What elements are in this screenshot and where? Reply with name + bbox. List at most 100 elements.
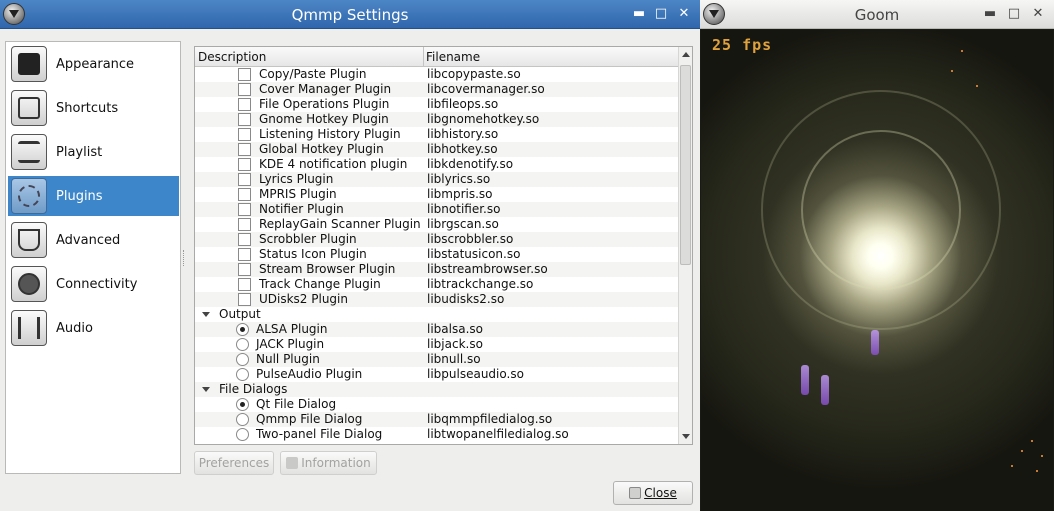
plugin-checkbox[interactable] [238, 248, 251, 261]
close-button[interactable]: Close [613, 481, 693, 505]
plugin-checkbox[interactable] [238, 263, 251, 276]
plugin-filename: libpulseaudio.so [427, 367, 524, 381]
plugin-description: Listening History Plugin [259, 127, 401, 141]
plugin-checkbox[interactable] [238, 128, 251, 141]
table-row[interactable]: Copy/Paste Plugin libcopypaste.so [195, 67, 678, 82]
plugin-filename: libtwopanelfiledialog.so [427, 427, 569, 441]
goom-maximize-button[interactable]: □ [1006, 6, 1022, 22]
expand-arrow-icon[interactable] [202, 312, 210, 317]
plugin-checkbox[interactable] [238, 278, 251, 291]
table-row[interactable]: Status Icon Plugin libstatusicon.so [195, 247, 678, 262]
table-row[interactable]: UDisks2 Plugin libudisks2.so [195, 292, 678, 307]
plugin-description: Scrobbler Plugin [259, 232, 357, 246]
table-row[interactable]: Scrobbler Plugin libscrobbler.so [195, 232, 678, 247]
scroll-down-icon[interactable] [682, 434, 690, 439]
plugin-checkbox[interactable] [238, 113, 251, 126]
plugin-description: ReplayGain Scanner Plugin [259, 217, 421, 231]
table-row[interactable]: Gnome Hotkey Plugin libgnomehotkey.so [195, 112, 678, 127]
plugin-checkbox[interactable] [238, 158, 251, 171]
table-row[interactable]: File Operations Plugin libfileops.so [195, 97, 678, 112]
sidebar-item-shortcuts[interactable]: Shortcuts [8, 88, 179, 128]
sidebar-item-appearance[interactable]: Appearance [8, 44, 179, 84]
table-row[interactable]: JACK Plugin libjack.so [195, 337, 678, 352]
table-row[interactable]: PulseAudio Plugin libpulseaudio.so [195, 367, 678, 382]
table-row[interactable]: Notifier Plugin libnotifier.so [195, 202, 678, 217]
scroll-up-icon[interactable] [682, 52, 690, 57]
plugin-filename: libfileops.so [427, 97, 499, 111]
plugin-description: Qt File Dialog [256, 397, 337, 411]
plugin-checkbox[interactable] [238, 293, 251, 306]
maximize-button[interactable]: □ [653, 6, 669, 22]
splitter-handle[interactable] [183, 250, 185, 266]
tree-group-row[interactable]: File Dialogs [195, 382, 678, 397]
table-row[interactable]: Qt File Dialog [195, 397, 678, 412]
sidebar-item-advanced[interactable]: Advanced [8, 220, 179, 260]
table-row[interactable]: Two-panel File Dialog libtwopanelfiledial… [195, 427, 678, 442]
plugin-description: JACK Plugin [256, 337, 325, 351]
sidebar-item-plugins[interactable]: Plugins [8, 176, 179, 216]
plugin-radio[interactable] [236, 368, 249, 381]
playlist-icon [11, 134, 47, 170]
plugin-checkbox[interactable] [238, 98, 251, 111]
plugin-checkbox[interactable] [238, 68, 251, 81]
plugin-radio[interactable] [236, 398, 249, 411]
plugin-checkbox[interactable] [238, 203, 251, 216]
table-row[interactable]: Qmmp File Dialog libqmmpfiledialog.so [195, 412, 678, 427]
table-row[interactable]: Track Change Plugin libtrackchange.so [195, 277, 678, 292]
table-row[interactable]: Global Hotkey Plugin libhotkey.so [195, 142, 678, 157]
information-button[interactable]: Information [280, 451, 377, 475]
plugin-checkbox[interactable] [238, 218, 251, 231]
plugin-filename: libstatusicon.so [427, 247, 521, 261]
goom-titlebar[interactable]: Goom ▬ □ ✕ [700, 0, 1054, 29]
preferences-button[interactable]: Preferences [194, 451, 274, 475]
plugin-filename: libmpris.so [427, 187, 493, 201]
header-filename[interactable]: Filename [426, 50, 480, 64]
table-row[interactable]: KDE 4 notification plugin libkdenotify.so [195, 157, 678, 172]
plugin-description: Lyrics Plugin [259, 172, 334, 186]
sidebar-item-label: Audio [56, 320, 93, 336]
plugin-filename: liblyrics.so [427, 172, 491, 186]
window-title: Qmmp Settings [291, 6, 409, 24]
sidebar-item-connectivity[interactable]: Connectivity [8, 264, 179, 304]
table-row[interactable]: ALSA Plugin libalsa.so [195, 322, 678, 337]
goom-close-button[interactable]: ✕ [1030, 6, 1046, 22]
table-row[interactable]: Stream Browser Plugin libstreambrowser.so [195, 262, 678, 277]
expand-arrow-icon[interactable] [202, 387, 210, 392]
sidebar-item-label: Connectivity [56, 276, 138, 292]
visualization-canvas[interactable] [701, 30, 1053, 511]
plugin-radio[interactable] [236, 413, 249, 426]
plugin-checkbox[interactable] [238, 233, 251, 246]
plugin-checkbox[interactable] [238, 83, 251, 96]
table-row[interactable]: Cover Manager Plugin libcovermanager.so [195, 82, 678, 97]
plugin-filename: libqmmpfiledialog.so [427, 412, 553, 426]
table-row[interactable]: Lyrics Plugin liblyrics.so [195, 172, 678, 187]
plugin-description: Copy/Paste Plugin [259, 67, 367, 81]
settings-titlebar[interactable]: Qmmp Settings ▬ □ ✕ [0, 0, 700, 29]
plugin-filename: libscrobbler.so [427, 232, 514, 246]
plugin-checkbox[interactable] [238, 143, 251, 156]
table-row[interactable]: MPRIS Plugin libmpris.so [195, 187, 678, 202]
table-row[interactable]: Null Plugin libnull.so [195, 352, 678, 367]
plugin-radio[interactable] [236, 353, 249, 366]
header-description[interactable]: Description [198, 50, 266, 64]
table-row[interactable]: ReplayGain Scanner Plugin librgscan.so [195, 217, 678, 232]
sidebar-item-playlist[interactable]: Playlist [8, 132, 179, 172]
close-label: Close [644, 486, 677, 500]
plugin-description: KDE 4 notification plugin [259, 157, 408, 171]
scrollbar-thumb[interactable] [680, 65, 691, 265]
audio-icon [11, 310, 47, 346]
minimize-button[interactable]: ▬ [631, 6, 647, 22]
table-row[interactable]: Listening History Plugin libhistory.so [195, 127, 678, 142]
plugin-checkbox[interactable] [238, 188, 251, 201]
plugin-radio[interactable] [236, 323, 249, 336]
goom-minimize-button[interactable]: ▬ [982, 6, 998, 22]
close-window-button[interactable]: ✕ [676, 6, 692, 22]
preferences-label: Preferences [198, 456, 270, 470]
plugin-checkbox[interactable] [238, 173, 251, 186]
plugin-filename: libcovermanager.so [427, 82, 545, 96]
vertical-scrollbar[interactable] [678, 47, 692, 444]
plugin-radio[interactable] [236, 428, 249, 441]
tree-group-row[interactable]: Output [195, 307, 678, 322]
sidebar-item-audio[interactable]: Audio [8, 308, 179, 348]
plugin-radio[interactable] [236, 338, 249, 351]
